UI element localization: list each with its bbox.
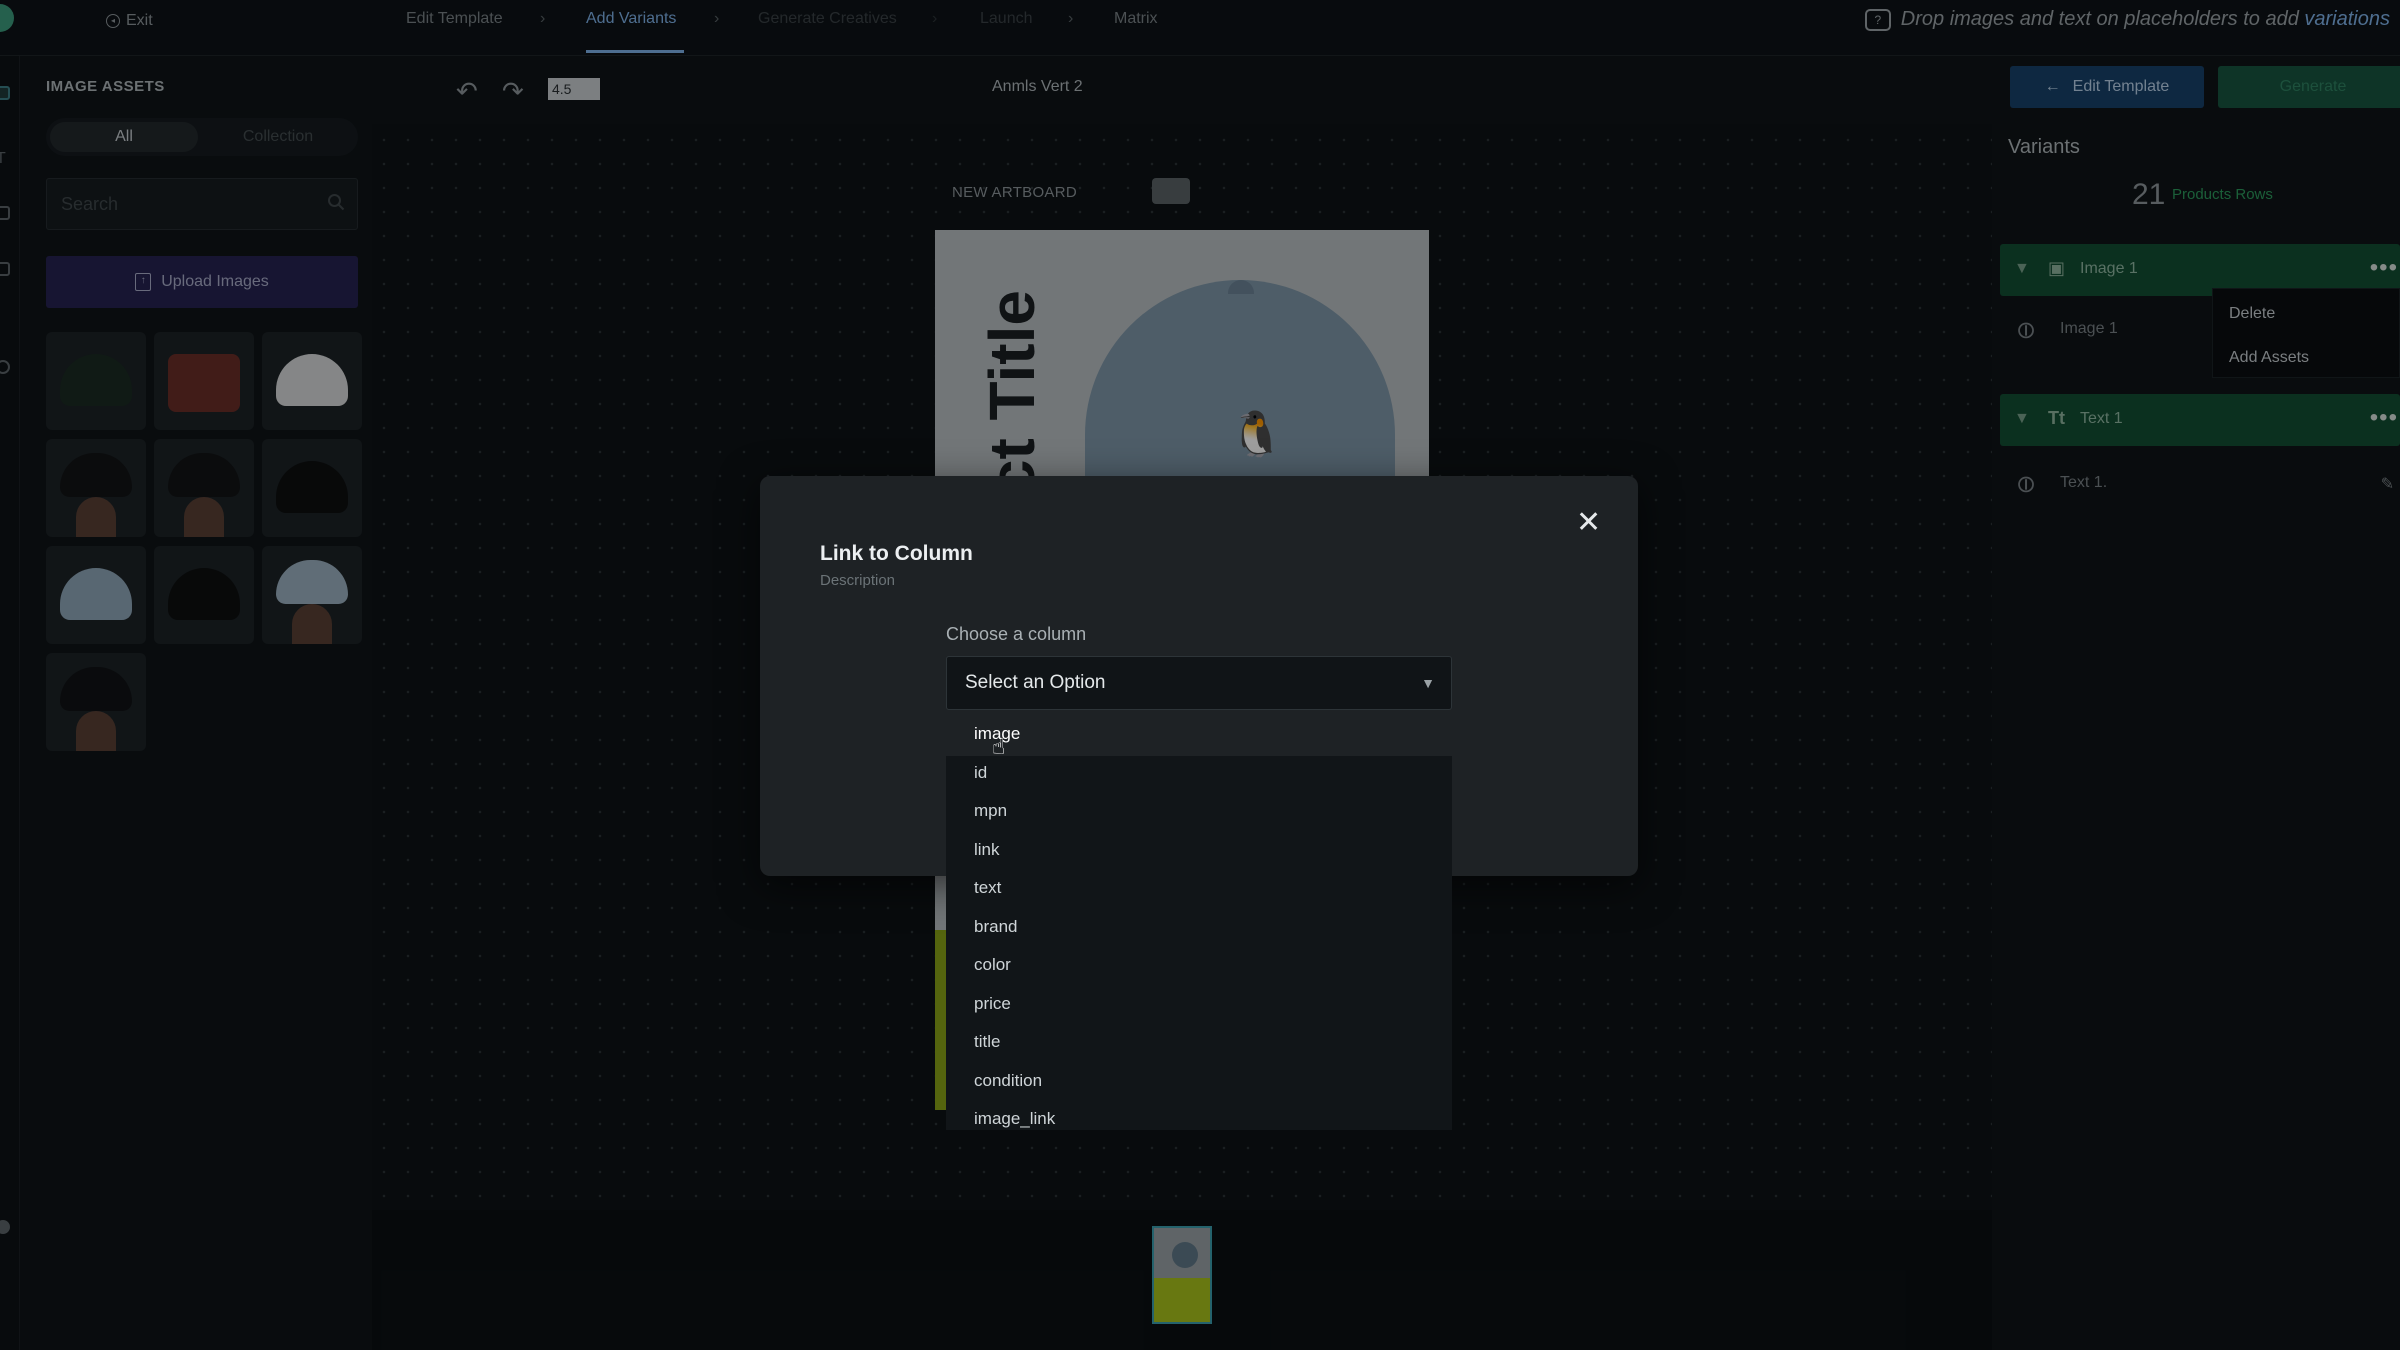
column-option-mpn[interactable]: mpn xyxy=(974,801,1007,821)
select-value: Select an Option xyxy=(965,672,1106,693)
caret-down-icon: ▼ xyxy=(1421,675,1435,691)
column-option-title[interactable]: title xyxy=(974,1032,1000,1052)
column-option-image_link[interactable]: image_link xyxy=(974,1109,1055,1129)
close-icon[interactable]: ✕ xyxy=(1576,508,1601,538)
column-select-label: Choose a column xyxy=(946,624,1087,644)
column-option-price[interactable]: price xyxy=(974,994,1011,1014)
column-option-color[interactable]: color xyxy=(974,955,1011,975)
column-option-id[interactable]: id xyxy=(974,763,987,783)
pointer-cursor-icon: ☝ xyxy=(992,734,1006,759)
column-option-brand[interactable]: brand xyxy=(974,917,1017,937)
column-option-text[interactable]: text xyxy=(974,878,1001,898)
modal-description: Description xyxy=(820,572,896,589)
option-hover-highlight xyxy=(946,716,1452,756)
column-options-list xyxy=(946,716,1452,1130)
modal-title: Link to Column xyxy=(820,542,973,565)
column-select[interactable]: Select an Option ▼ xyxy=(946,656,1452,710)
column-option-condition[interactable]: condition xyxy=(974,1071,1042,1091)
column-option-link[interactable]: link xyxy=(974,840,1000,860)
